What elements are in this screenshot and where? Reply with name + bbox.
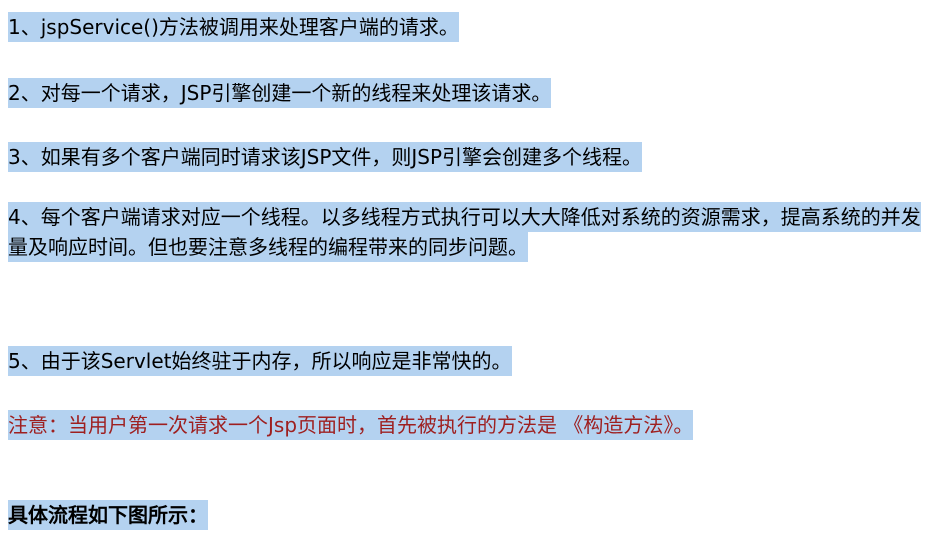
list-item-4: 4、每个客户端请求对应一个线程。以多线程方式执行可以大大降低对系统的资源需求，提… bbox=[8, 202, 934, 262]
list-item-4-text: 4、每个客户端请求对应一个线程。以多线程方式执行可以大大降低对系统的资源需求，提… bbox=[8, 202, 921, 262]
closing-paragraph-text: 具体流程如下图所示： bbox=[8, 500, 208, 530]
note-paragraph: 注意：当用户第一次请求一个Jsp页面时，首先被执行的方法是 《构造方法》。 bbox=[8, 410, 694, 440]
list-item-2: 2、对每一个请求，JSP引擎创建一个新的线程来处理该请求。 bbox=[8, 78, 552, 108]
list-item-2-text: 2、对每一个请求，JSP引擎创建一个新的线程来处理该请求。 bbox=[8, 78, 552, 108]
closing-paragraph: 具体流程如下图所示： bbox=[8, 500, 208, 530]
list-item-5: 5、由于该Servlet始终驻于内存，所以响应是非常快的。 bbox=[8, 346, 512, 376]
list-item-3: 3、如果有多个客户端同时请求该JSP文件，则JSP引擎会创建多个线程。 bbox=[8, 142, 643, 172]
list-item-3-text: 3、如果有多个客户端同时请求该JSP文件，则JSP引擎会创建多个线程。 bbox=[8, 142, 643, 172]
list-item-1: 1、jspService()方法被调用来处理客户端的请求。 bbox=[8, 12, 459, 42]
list-item-5-text: 5、由于该Servlet始终驻于内存，所以响应是非常快的。 bbox=[8, 346, 512, 376]
list-item-1-text: 1、jspService()方法被调用来处理客户端的请求。 bbox=[8, 12, 459, 42]
note-paragraph-text: 注意：当用户第一次请求一个Jsp页面时，首先被执行的方法是 《构造方法》。 bbox=[8, 410, 694, 440]
document-page: 1、jspService()方法被调用来处理客户端的请求。 2、对每一个请求，J… bbox=[0, 0, 938, 542]
